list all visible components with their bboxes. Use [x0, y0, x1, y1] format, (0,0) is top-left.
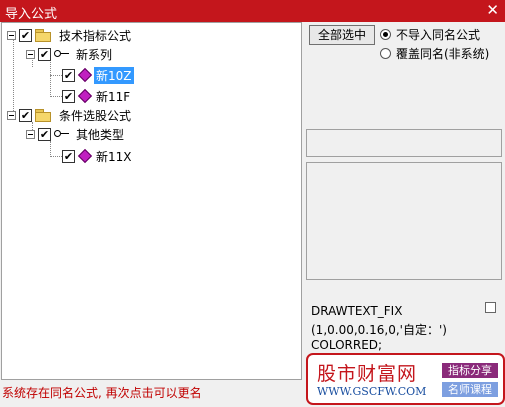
- checkbox[interactable]: ✔: [62, 89, 75, 103]
- formula-diamond-icon: [77, 88, 93, 104]
- tree-connector: [50, 96, 62, 97]
- tree-node-formula[interactable]: ✔ 新11F: [62, 87, 132, 105]
- key-icon: [54, 129, 70, 139]
- checkbox[interactable]: ✔: [62, 149, 75, 163]
- checkbox[interactable]: ✔: [19, 108, 32, 122]
- watermark-url: WWW.GSCFW.COM: [317, 385, 427, 398]
- checkbox[interactable]: ✔: [38, 47, 51, 61]
- status-message: 系统存在同名公式, 再次点击可以更名: [2, 386, 202, 400]
- watermark-tag-courses: 名师课程: [442, 382, 498, 397]
- close-icon[interactable]: ✕: [486, 1, 499, 19]
- formula-diamond-icon: [77, 67, 93, 83]
- formula-diamond-icon: [77, 148, 93, 164]
- watermark-brand: 股市财富网: [317, 363, 418, 385]
- folder-icon: [35, 109, 51, 122]
- watermark-logo: 股市财富网 WWW.GSCFW.COM 指标分享 名师课程: [306, 353, 505, 405]
- tree-connector: [50, 59, 51, 97]
- tree-node-formula[interactable]: ✔ 新11X: [62, 147, 134, 165]
- tree-node-new-series[interactable]: ✔ 新系列: [26, 45, 114, 63]
- tree-node-label: 其他类型: [76, 127, 125, 142]
- collapse-icon[interactable]: [7, 110, 16, 120]
- collapse-icon[interactable]: [7, 30, 16, 40]
- tree-node-label: 新11X: [96, 149, 132, 164]
- radio-label: 不导入同名公式: [396, 28, 481, 42]
- folder-icon: [35, 29, 51, 42]
- tree-connector: [50, 75, 62, 76]
- tree-node-other-types[interactable]: ✔ 其他类型: [26, 125, 126, 143]
- tree-node-tech-indicators[interactable]: ✔ 技术指标公式: [7, 26, 133, 44]
- radio-label: 覆盖同名(非系统): [396, 47, 490, 61]
- select-all-button[interactable]: 全部选中: [309, 25, 375, 45]
- tree-connector: [50, 156, 62, 157]
- tree-node-formula[interactable]: ✔ 新10Z: [62, 66, 134, 84]
- formula-tree[interactable]: ✔ 技术指标公式 ✔ 新系列 ✔ 新10Z ✔ 新11F ✔ 条件选股公式 ✔ …: [1, 22, 302, 380]
- collapse-icon[interactable]: [26, 129, 35, 139]
- key-icon: [54, 49, 70, 59]
- tree-node-label: 条件选股公式: [59, 108, 132, 123]
- preview-line: DRAWTEXT_FIX: [311, 304, 403, 318]
- tree-connector: [13, 39, 14, 115]
- checkbox[interactable]: ✔: [62, 68, 75, 82]
- radio-skip-duplicates[interactable]: 不导入同名公式: [380, 26, 480, 43]
- tree-node-label: 新系列: [76, 47, 113, 62]
- tree-node-label: 新10Z: [94, 66, 134, 84]
- tree-node-label: 技术指标公式: [59, 28, 132, 43]
- tree-node-stock-selection[interactable]: ✔ 条件选股公式: [7, 106, 133, 124]
- tree-connector: [50, 141, 51, 157]
- formula-description-box: [306, 162, 502, 280]
- radio-overwrite-duplicates[interactable]: 覆盖同名(非系统): [380, 45, 489, 62]
- preview-line: COLORRED;: [311, 338, 383, 352]
- tree-node-label: 新11F: [96, 89, 131, 104]
- checkbox[interactable]: ✔: [38, 127, 51, 141]
- collapse-icon[interactable]: [26, 49, 35, 59]
- preview-line: (1,0.00,0.16,0,'自定：'): [311, 323, 447, 337]
- window-title: 导入公式: [5, 7, 58, 22]
- radio-circle[interactable]: [380, 29, 391, 40]
- watermark-tag-indicators: 指标分享: [442, 363, 498, 378]
- checkbox[interactable]: ✔: [19, 28, 32, 42]
- radio-circle[interactable]: [380, 48, 391, 59]
- preview-checkbox[interactable]: [485, 302, 496, 313]
- title-bar: 导入公式 ✕: [0, 0, 505, 22]
- formula-name-box: [306, 129, 502, 157]
